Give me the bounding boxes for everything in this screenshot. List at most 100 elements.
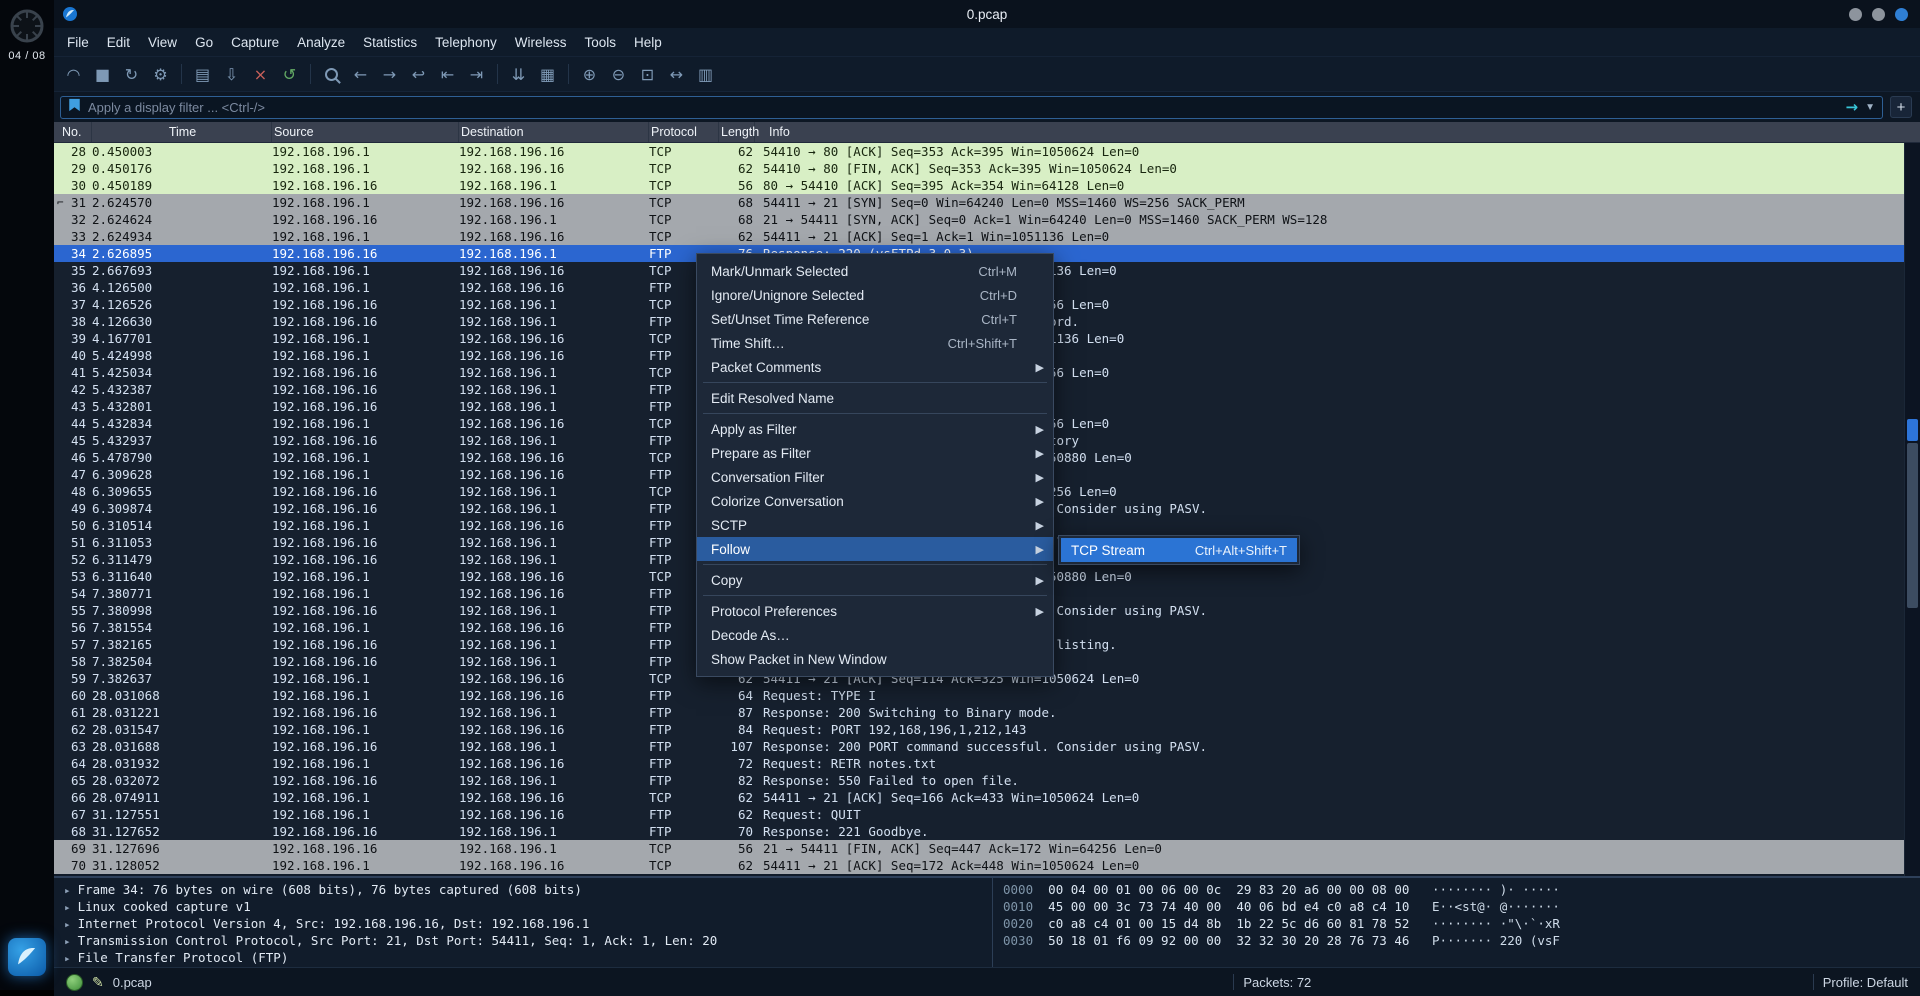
filter-bookmark-icon[interactable] bbox=[68, 98, 81, 117]
menu-item-decode-as[interactable]: Decode As… bbox=[697, 623, 1053, 647]
detail-line[interactable]: ▸Linux cooked capture v1 bbox=[64, 898, 992, 915]
menu-item-set-unset-time-reference[interactable]: Set/Unset Time ReferenceCtrl+T bbox=[697, 307, 1053, 331]
expander-icon[interactable]: ▸ bbox=[64, 952, 71, 965]
packet-row-68[interactable]: 6831.127652192.168.196.16192.168.196.1FT… bbox=[54, 823, 1920, 840]
filter-add-button[interactable]: + bbox=[1890, 96, 1912, 118]
minimize-button[interactable] bbox=[1849, 8, 1862, 21]
menu-item-show-packet-in-new-window[interactable]: Show Packet in New Window bbox=[697, 647, 1053, 671]
reload-file-icon[interactable]: ↺ bbox=[276, 61, 303, 87]
menu-edit[interactable]: Edit bbox=[98, 28, 139, 56]
column-header-time[interactable]: Time bbox=[92, 122, 272, 142]
menu-item-ignore-unignore-selected[interactable]: Ignore/Unignore SelectedCtrl+D bbox=[697, 283, 1053, 307]
go-last-icon[interactable]: ⇥ bbox=[463, 61, 490, 87]
menu-item-follow[interactable]: Follow▶ bbox=[697, 537, 1053, 561]
column-header-destination[interactable]: Destination bbox=[459, 122, 649, 142]
packet-row-69[interactable]: 6931.127696192.168.196.16192.168.196.1TC… bbox=[54, 840, 1920, 857]
go-to-packet-icon[interactable]: ↩ bbox=[405, 61, 432, 87]
menu-analyze[interactable]: Analyze bbox=[288, 28, 354, 56]
close-button[interactable] bbox=[1895, 8, 1908, 21]
auto-scroll-icon[interactable]: ⇊ bbox=[505, 61, 532, 87]
go-back-icon[interactable]: ← bbox=[347, 61, 374, 87]
menu-tools[interactable]: Tools bbox=[575, 28, 625, 56]
menu-go[interactable]: Go bbox=[186, 28, 222, 56]
packet-row-31[interactable]: 312.624570192.168.196.1192.168.196.16TCP… bbox=[54, 194, 1920, 211]
expander-icon[interactable]: ▸ bbox=[64, 918, 71, 931]
zoom-reset-icon[interactable]: ⊡ bbox=[634, 61, 661, 87]
column-header-source[interactable]: Source bbox=[272, 122, 459, 142]
expander-icon[interactable]: ▸ bbox=[64, 884, 71, 897]
hex-line[interactable]: 0000 00 04 00 01 00 06 00 0c 29 83 20 a6… bbox=[1003, 881, 1920, 898]
column-header-no[interactable]: No. bbox=[54, 122, 92, 142]
packet-list-scrollbar[interactable] bbox=[1904, 143, 1920, 876]
menu-item-edit-resolved-name[interactable]: Edit Resolved Name bbox=[697, 386, 1053, 410]
save-file-icon[interactable]: ⇩ bbox=[218, 61, 245, 87]
hex-line[interactable]: 0030 50 18 01 f6 09 92 00 00 32 32 30 20… bbox=[1003, 932, 1920, 949]
packet-row-65[interactable]: 6528.032072192.168.196.16192.168.196.1FT… bbox=[54, 772, 1920, 789]
statusbar-profile[interactable]: Profile: Default bbox=[1823, 975, 1908, 990]
menu-item-protocol-preferences[interactable]: Protocol Preferences▶ bbox=[697, 599, 1053, 623]
maximize-button[interactable] bbox=[1872, 8, 1885, 21]
menu-item-copy[interactable]: Copy▶ bbox=[697, 568, 1053, 592]
detail-line[interactable]: ▸Frame 34: 76 bytes on wire (608 bits), … bbox=[64, 881, 992, 898]
find-packet-icon[interactable] bbox=[318, 61, 345, 87]
close-file-icon[interactable]: × bbox=[247, 61, 274, 87]
menu-file[interactable]: File bbox=[58, 28, 98, 56]
packet-row-62[interactable]: 6228.031547192.168.196.1192.168.196.16FT… bbox=[54, 721, 1920, 738]
column-header-info[interactable]: Info bbox=[755, 122, 1920, 142]
packet-row-61[interactable]: 6128.031221192.168.196.16192.168.196.1FT… bbox=[54, 704, 1920, 721]
display-columns-icon[interactable]: ▥ bbox=[692, 61, 719, 87]
detail-line[interactable]: ▸File Transfer Protocol (FTP) bbox=[64, 949, 992, 966]
menu-item-mark-unmark-selected[interactable]: Mark/Unmark SelectedCtrl+M bbox=[697, 259, 1053, 283]
packet-row-70[interactable]: 7031.128052192.168.196.1192.168.196.16TC… bbox=[54, 857, 1920, 874]
menu-wireless[interactable]: Wireless bbox=[506, 28, 576, 56]
menu-item-tcp-stream[interactable]: TCP Stream Ctrl+Alt+Shift+T bbox=[1061, 538, 1297, 562]
hex-line[interactable]: 0010 45 00 00 3c 73 74 40 00 40 06 bd e4… bbox=[1003, 898, 1920, 915]
menu-help[interactable]: Help bbox=[625, 28, 671, 56]
stop-capture-icon[interactable]: ■ bbox=[89, 61, 116, 87]
expander-icon[interactable]: ▸ bbox=[64, 901, 71, 914]
start-capture-icon[interactable]: ◠ bbox=[60, 61, 87, 87]
packet-row-67[interactable]: 6731.127551192.168.196.1192.168.196.16FT… bbox=[54, 806, 1920, 823]
hex-line[interactable]: 0020 c0 a8 c4 01 00 15 d4 8b 1b 22 5c d6… bbox=[1003, 915, 1920, 932]
detail-line[interactable]: ▸Transmission Control Protocol, Src Port… bbox=[64, 932, 992, 949]
menu-item-time-shift[interactable]: Time Shift…Ctrl+Shift+T bbox=[697, 331, 1053, 355]
filter-apply-icon[interactable]: → bbox=[1846, 98, 1859, 116]
capture-comment-icon[interactable]: ✎ bbox=[92, 974, 104, 991]
packet-row-64[interactable]: 6428.031932192.168.196.1192.168.196.16FT… bbox=[54, 755, 1920, 772]
filter-dropdown-caret-icon[interactable]: ▼ bbox=[1865, 102, 1875, 113]
titlebar[interactable]: 0.pcap bbox=[54, 0, 1920, 28]
resize-columns-icon[interactable]: ↔ bbox=[663, 61, 690, 87]
display-filter-input[interactable]: Apply a display filter ... <Ctrl-/> → ▼ bbox=[60, 96, 1883, 119]
go-first-icon[interactable]: ⇤ bbox=[434, 61, 461, 87]
menu-item-conversation-filter[interactable]: Conversation Filter▶ bbox=[697, 465, 1053, 489]
zoom-in-icon[interactable]: ⊕ bbox=[576, 61, 603, 87]
packet-row-66[interactable]: 6628.074911192.168.196.1192.168.196.16TC… bbox=[54, 789, 1920, 806]
zoom-out-icon[interactable]: ⊖ bbox=[605, 61, 632, 87]
column-header-protocol[interactable]: Protocol bbox=[649, 122, 719, 142]
packet-row-28[interactable]: 280.450003192.168.196.1192.168.196.16TCP… bbox=[54, 143, 1920, 160]
packet-row-30[interactable]: 300.450189192.168.196.16192.168.196.1TCP… bbox=[54, 177, 1920, 194]
menu-telephony[interactable]: Telephony bbox=[426, 28, 506, 56]
packet-row-33[interactable]: 332.624934192.168.196.1192.168.196.16TCP… bbox=[54, 228, 1920, 245]
column-header-length[interactable]: Length bbox=[719, 122, 755, 142]
dock-knob-icon[interactable] bbox=[6, 5, 48, 47]
packet-row-29[interactable]: 290.450176192.168.196.1192.168.196.16TCP… bbox=[54, 160, 1920, 177]
detail-line[interactable]: ▸Internet Protocol Version 4, Src: 192.1… bbox=[64, 915, 992, 932]
wireshark-dock-icon[interactable] bbox=[8, 938, 46, 976]
menu-item-colorize-conversation[interactable]: Colorize Conversation▶ bbox=[697, 489, 1053, 513]
capture-options-icon[interactable]: ⚙ bbox=[147, 61, 174, 87]
menu-item-prepare-as-filter[interactable]: Prepare as Filter▶ bbox=[697, 441, 1053, 465]
colorize-icon[interactable]: ▦ bbox=[534, 61, 561, 87]
expander-icon[interactable]: ▸ bbox=[64, 935, 71, 948]
go-forward-icon[interactable]: → bbox=[376, 61, 403, 87]
restart-capture-icon[interactable]: ↻ bbox=[118, 61, 145, 87]
packet-row-60[interactable]: 6028.031068192.168.196.1192.168.196.16FT… bbox=[54, 687, 1920, 704]
menu-view[interactable]: View bbox=[139, 28, 186, 56]
packet-row-63[interactable]: 6328.031688192.168.196.16192.168.196.1FT… bbox=[54, 738, 1920, 755]
expert-info-icon[interactable] bbox=[66, 974, 83, 991]
scrollbar-thumb[interactable] bbox=[1907, 443, 1918, 608]
menu-item-packet-comments[interactable]: Packet Comments▶ bbox=[697, 355, 1053, 379]
menu-item-apply-as-filter[interactable]: Apply as Filter▶ bbox=[697, 417, 1053, 441]
open-file-icon[interactable]: ▤ bbox=[189, 61, 216, 87]
menu-capture[interactable]: Capture bbox=[222, 28, 288, 56]
